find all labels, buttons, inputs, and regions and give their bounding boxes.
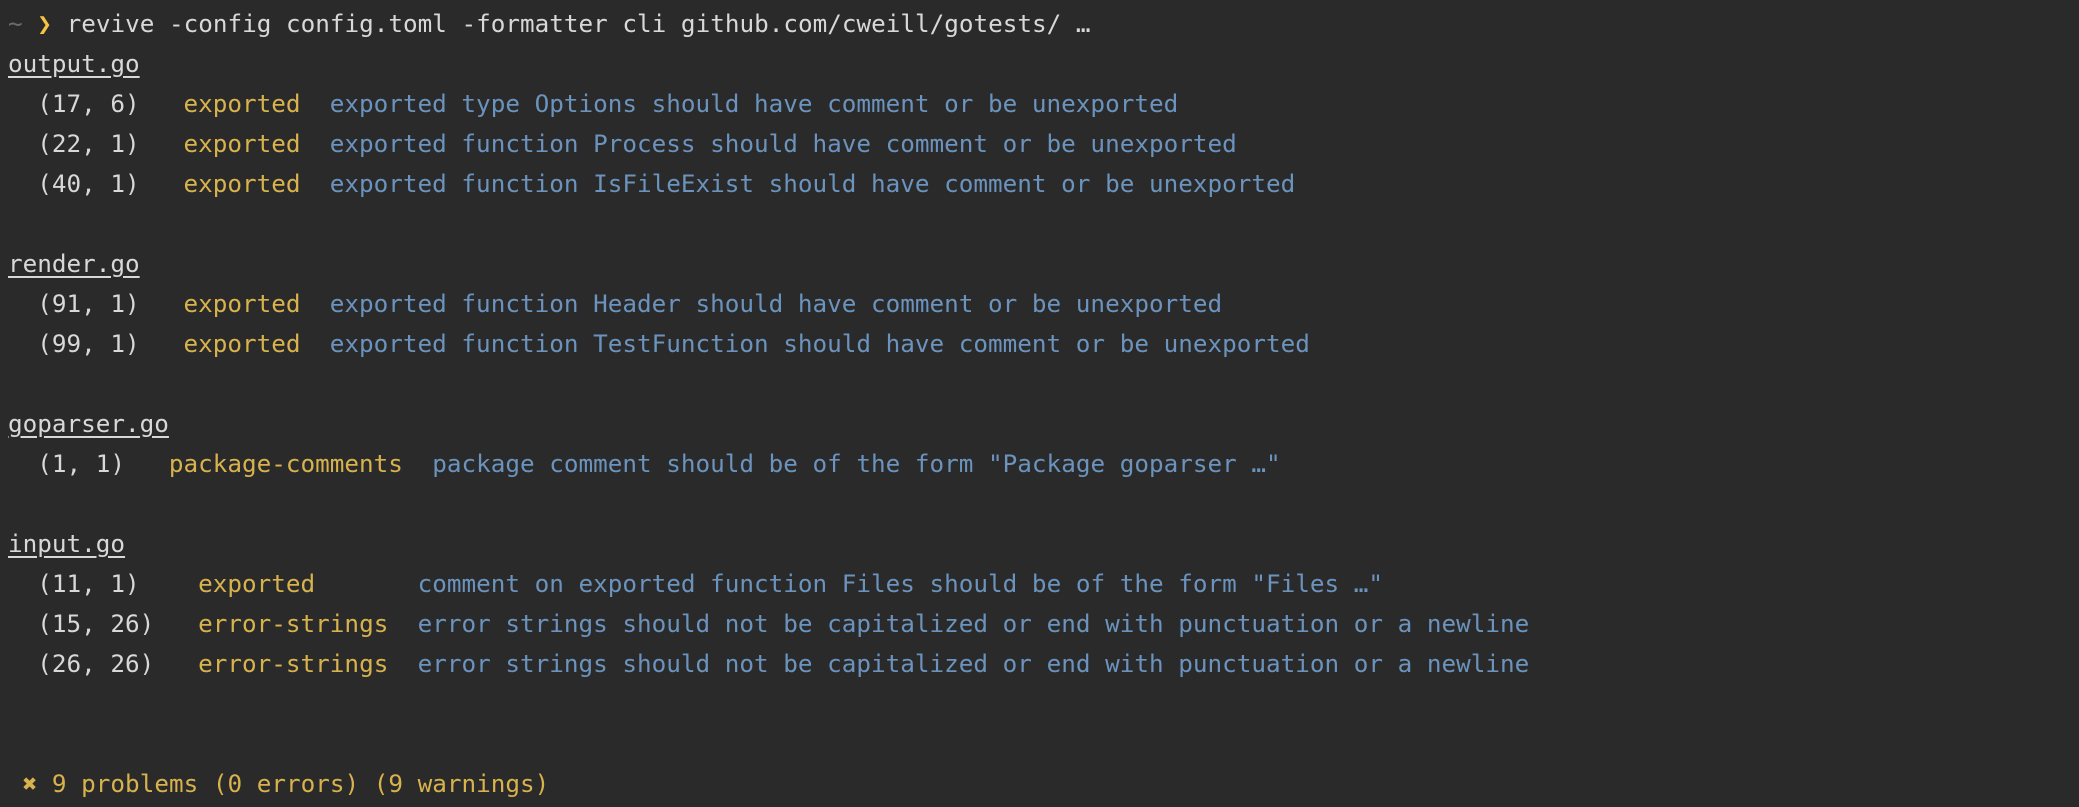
file-name[interactable]: goparser.go bbox=[8, 409, 169, 438]
issue-message: package comment should be of the form "P… bbox=[432, 449, 1281, 478]
file-header: goparser.go bbox=[8, 404, 2079, 444]
issue-row: (17, 6) exported exported type Options sho… bbox=[8, 84, 2079, 124]
prompt-chevron-icon: ❯ bbox=[37, 9, 52, 38]
issue-row: (26, 26) error-strings error strings shoul… bbox=[8, 644, 2079, 684]
issue-position: (91, 1) bbox=[37, 289, 140, 318]
issue-message: exported type Options should have commen… bbox=[329, 89, 1179, 118]
issue-message: exported function Header should have com… bbox=[329, 289, 1223, 318]
issue-position: (22, 1) bbox=[37, 129, 140, 158]
issue-position: (11, 1) bbox=[37, 569, 140, 598]
issue-position: (15, 26) bbox=[37, 609, 155, 638]
issue-rule: exported bbox=[198, 569, 316, 598]
issue-message: exported function Process should have co… bbox=[329, 129, 1237, 158]
issue-rule: package-comments bbox=[168, 449, 403, 478]
issue-message: exported function TestFunction should ha… bbox=[329, 329, 1310, 358]
file-header: output.go bbox=[8, 44, 2079, 84]
issue-rule: exported bbox=[183, 289, 301, 318]
issue-row: (15, 26) error-strings error strings shoul… bbox=[8, 604, 2079, 644]
issue-rule: error-strings bbox=[198, 609, 389, 638]
issue-row: (22, 1) exported exported function Process… bbox=[8, 124, 2079, 164]
issue-position: (17, 6) bbox=[37, 89, 140, 118]
issue-rule: exported bbox=[183, 169, 301, 198]
issue-position: (26, 26) bbox=[37, 649, 155, 678]
file-name[interactable]: render.go bbox=[8, 249, 140, 278]
issue-message: comment on exported function Files shoul… bbox=[417, 569, 1384, 598]
summary-text: 9 problems (0 errors) (9 warnings) bbox=[51, 769, 550, 798]
issue-message: error strings should not be capitalized … bbox=[417, 649, 1530, 678]
issue-row: (40, 1) exported exported function IsFileE… bbox=[8, 164, 2079, 204]
issue-message: exported function IsFileExist should hav… bbox=[329, 169, 1296, 198]
cwd-indicator: ~ bbox=[8, 9, 23, 38]
command-text: revive -config config.toml -formatter cl… bbox=[66, 9, 1091, 38]
issue-rule: exported bbox=[183, 329, 301, 358]
issue-row: (11, 1) exported comment on exported funct… bbox=[8, 564, 2079, 604]
issue-rule: exported bbox=[183, 129, 301, 158]
issue-rule: exported bbox=[183, 89, 301, 118]
file-name[interactable]: output.go bbox=[8, 49, 140, 78]
issue-position: (1, 1) bbox=[37, 449, 126, 478]
summary-line: ✖ 9 problems (0 errors) (9 warnings) bbox=[8, 764, 2079, 804]
issue-position: (99, 1) bbox=[37, 329, 140, 358]
issue-rule: error-strings bbox=[198, 649, 389, 678]
issue-position: (40, 1) bbox=[37, 169, 140, 198]
file-header: input.go bbox=[8, 524, 2079, 564]
cross-icon: ✖ bbox=[22, 769, 38, 798]
issue-row: (99, 1) exported exported function TestFun… bbox=[8, 324, 2079, 364]
file-header: render.go bbox=[8, 244, 2079, 284]
command-line: ~ ❯ revive -config config.toml -formatte… bbox=[8, 4, 2079, 44]
issue-message: error strings should not be capitalized … bbox=[417, 609, 1530, 638]
issue-row: (91, 1) exported exported function Header … bbox=[8, 284, 2079, 324]
terminal-output: ~ ❯ revive -config config.toml -formatte… bbox=[8, 4, 2079, 804]
issue-row: (1, 1) package-comments package comment sh… bbox=[8, 444, 2079, 484]
file-name[interactable]: input.go bbox=[8, 529, 125, 558]
